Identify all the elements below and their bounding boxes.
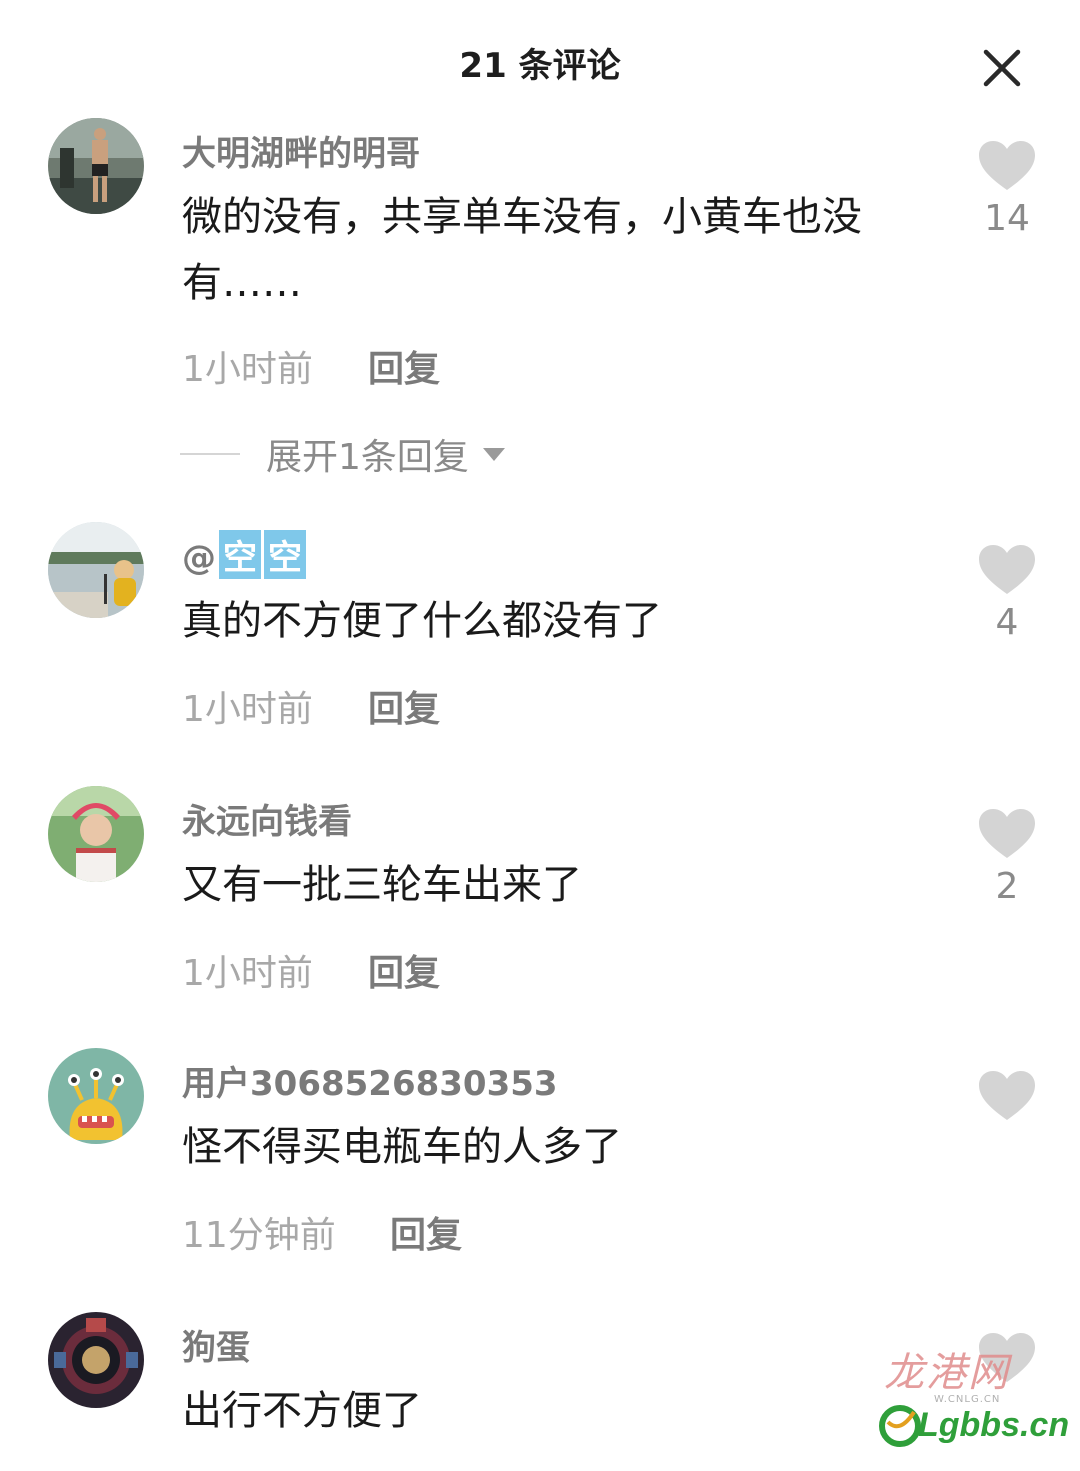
comment-username[interactable]: 永远向钱看 [182,794,352,843]
avatar[interactable] [48,118,144,214]
mention-char: 空 [264,530,306,579]
close-icon[interactable] [978,44,1026,92]
mention-char: 空 [219,530,261,579]
comment-time: 1小时前 [182,349,313,390]
watermark-domain: W.CNLG.CN [934,1394,1001,1405]
like-button[interactable]: 14 [976,140,1038,239]
like-button[interactable]: 4 [976,544,1038,643]
reply-button[interactable]: 回复 [368,680,440,732]
comment-username[interactable]: 狗蛋 [182,1320,250,1369]
like-count: 4 [995,602,1019,643]
comment-time: 11分钟前 [182,1215,336,1256]
watermark-cn: 龙港网 [884,1350,1010,1396]
avatar[interactable] [48,1312,144,1408]
comment-text: 怪不得买电瓶车的人多了 [182,1124,622,1170]
avatar[interactable] [48,1048,144,1144]
caret-down-icon [482,447,505,461]
watermark-logo-icon [879,1405,921,1447]
avatar[interactable] [48,522,144,618]
comments-header: 21 条评论 [0,0,1080,120]
comment-time: 1小时前 [182,689,313,730]
like-count: 2 [995,866,1019,907]
watermark-en: Lgbbs.cn [918,1406,1070,1444]
comment-username[interactable]: 大明湖畔的明哥 [182,126,420,175]
expand-replies-label: 展开1条回复 [266,437,469,478]
heart-icon [979,1071,1035,1120]
expand-replies[interactable]: 展开1条回复 [180,428,505,480]
heart-icon [979,141,1035,190]
reply-button[interactable]: 回复 [368,944,440,996]
comment-text: 又有一批三轮车出来了 [182,862,582,908]
like-count: 14 [984,198,1030,239]
reply-button[interactable]: 回复 [368,340,440,392]
like-button[interactable]: 2 [976,808,1038,907]
comment-username[interactable]: 用户3068526830353 [182,1056,558,1105]
comment-time: 1小时前 [182,953,313,994]
mention-at: @ [182,538,216,578]
comment-text: 真的不方便了什么都没有了 [182,598,662,644]
comment-username[interactable]: @ 空空 [182,530,306,579]
comment-text: 微的没有，共享单车没有，小黄车也没有…… [182,194,862,306]
heart-icon [979,545,1035,594]
reply-button[interactable]: 回复 [390,1206,462,1258]
site-watermark: 龙港网 W.CNLG.CN Lgbbs.cn [878,1330,1070,1460]
divider [180,453,240,455]
comment-count-title: 21 条评论 [459,46,621,86]
heart-icon [979,809,1035,858]
avatar[interactable] [48,786,144,882]
comment-text: 出行不方便了 [182,1388,422,1434]
like-button[interactable] [976,1070,1038,1128]
